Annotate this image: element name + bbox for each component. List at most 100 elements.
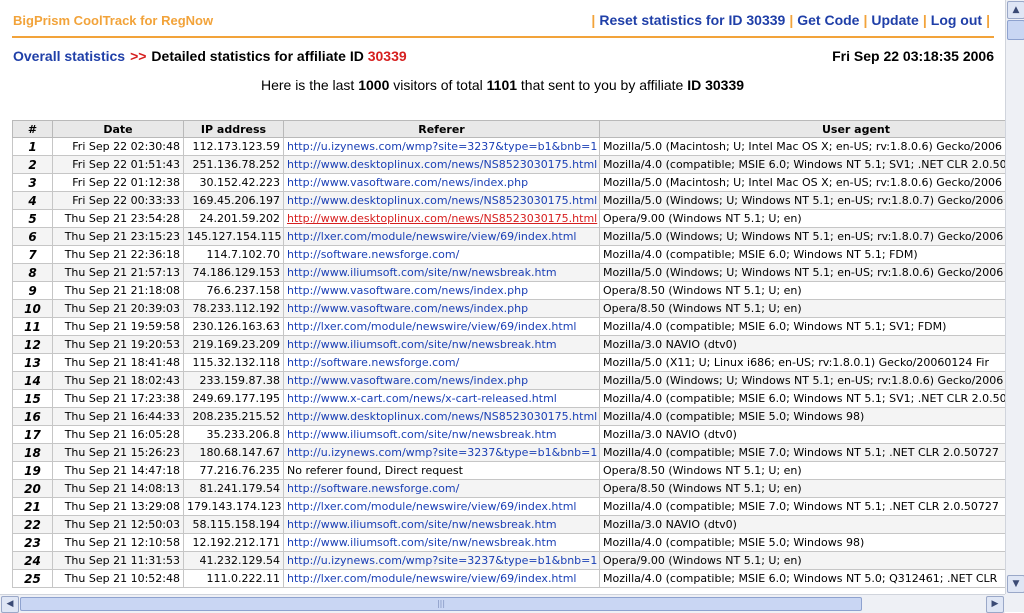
row-number-cell: 2 xyxy=(12,155,53,174)
scroll-left-icon[interactable]: ◀ xyxy=(1,596,19,613)
get-code-link[interactable]: Get Code xyxy=(797,12,859,28)
summary-part: that sent to you by affiliate xyxy=(520,77,684,93)
referer-link[interactable]: http://lxer.com/module/newswire/view/69/… xyxy=(287,500,577,513)
row-number-cell: 14 xyxy=(12,371,53,390)
referer-link[interactable]: http://www.iliumsoft.com/site/nw/newsbre… xyxy=(287,518,557,531)
update-link[interactable]: Update xyxy=(871,12,918,28)
column-header-ip: IP address xyxy=(183,120,284,138)
referer-link[interactable]: http://www.iliumsoft.com/site/nw/newsbre… xyxy=(287,536,557,549)
referer-link[interactable]: http://www.desktoplinux.com/news/NS85230… xyxy=(287,212,597,225)
referer-link[interactable]: http://www.iliumsoft.com/site/nw/newsbre… xyxy=(287,428,557,441)
row-ip-cell: 41.232.129.54 xyxy=(183,551,284,570)
table-row: 9 Thu Sep 21 21:18:08 76.6.237.158 http://w… xyxy=(12,281,1005,300)
referer-link[interactable]: http://www.vasoftware.com/news/index.php xyxy=(287,176,528,189)
row-user-agent-cell: Mozilla/4.0 (compatible; MSIE 6.0; Windo… xyxy=(599,245,1005,264)
referer-link[interactable]: http://lxer.com/module/newswire/view/69/… xyxy=(287,230,577,243)
referer-link[interactable]: http://u.izynews.com/wmp?site=3237&type=… xyxy=(287,140,597,153)
row-user-agent-cell: Mozilla/4.0 (compatible; MSIE 5.0; Windo… xyxy=(599,533,1005,552)
referer-link[interactable]: http://www.iliumsoft.com/site/nw/newsbre… xyxy=(287,338,557,351)
row-ip-cell: 12.192.212.171 xyxy=(183,533,284,552)
referer-link[interactable]: http://u.izynews.com/wmp?site=3237&type=… xyxy=(287,446,597,459)
scroll-up-icon[interactable]: ▲ xyxy=(1007,1,1024,19)
row-date-cell: Thu Sep 21 23:54:28 xyxy=(52,209,184,228)
referer-link[interactable]: http://www.desktoplinux.com/news/NS85230… xyxy=(287,194,597,207)
row-number-cell: 1 xyxy=(12,137,53,156)
row-ip-cell: 180.68.147.67 xyxy=(183,443,284,462)
row-date-cell: Thu Sep 21 14:47:18 xyxy=(52,461,184,480)
referer-link[interactable]: http://www.desktoplinux.com/news/NS85230… xyxy=(287,158,597,171)
referer-link[interactable]: http://www.desktoplinux.com/news/NS85230… xyxy=(287,410,597,423)
referer-link[interactable]: http://www.vasoftware.com/news/index.php xyxy=(287,302,528,315)
row-ip-cell: 112.173.123.59 xyxy=(183,137,284,156)
referer-link[interactable]: http://www.vasoftware.com/news/index.php xyxy=(287,374,528,387)
row-date-cell: Thu Sep 21 16:05:28 xyxy=(52,425,184,444)
table-row: 2 Fri Sep 22 01:51:43 251.136.78.252 http:/… xyxy=(12,155,1005,174)
referer-link[interactable]: http://www.x-cart.com/news/x-cart-releas… xyxy=(287,392,557,405)
row-date-cell: Thu Sep 21 21:18:08 xyxy=(52,281,184,300)
referer-link[interactable]: http://www.vasoftware.com/news/index.php xyxy=(287,284,528,297)
row-date-cell: Thu Sep 21 12:50:03 xyxy=(52,515,184,534)
row-ip-cell: 115.32.132.118 xyxy=(183,353,284,372)
scroll-right-icon[interactable]: ▶ xyxy=(986,596,1004,613)
table-row: 3 Fri Sep 22 01:12:38 30.152.42.223 http://… xyxy=(12,173,1005,192)
horizontal-scrollbar[interactable]: ◀ ||| ▶ xyxy=(0,594,1005,613)
row-ip-cell: 179.143.174.123 xyxy=(183,497,284,516)
row-number-cell: 5 xyxy=(12,209,53,228)
row-date-cell: Thu Sep 21 22:36:18 xyxy=(52,245,184,264)
row-ip-cell: 30.152.42.223 xyxy=(183,173,284,192)
referer-link[interactable]: http://software.newsforge.com/ xyxy=(287,482,459,495)
horizontal-scroll-thumb[interactable]: ||| xyxy=(20,597,862,611)
row-ip-cell: 77.216.76.235 xyxy=(183,461,284,480)
row-referer-cell: http://www.iliumsoft.com/site/nw/newsbre… xyxy=(283,263,600,282)
summary-text: Here is the last 1000 visitors of total … xyxy=(0,77,1005,93)
row-number-cell: 16 xyxy=(12,407,53,426)
row-user-agent-cell: Mozilla/3.0 NAVIO (dtv0) xyxy=(599,515,1005,534)
row-date-cell: Thu Sep 21 11:31:53 xyxy=(52,551,184,570)
row-referer-cell: http://lxer.com/module/newswire/view/69/… xyxy=(283,569,600,588)
row-number-cell: 17 xyxy=(12,425,53,444)
column-header-referer: Referer xyxy=(283,120,600,138)
row-date-cell: Thu Sep 21 21:57:13 xyxy=(52,263,184,282)
row-user-agent-cell: Opera/9.00 (Windows NT 5.1; U; en) xyxy=(599,551,1005,570)
referer-link[interactable]: http://software.newsforge.com/ xyxy=(287,248,459,261)
nav-separator: | xyxy=(863,12,868,28)
column-header-date: Date xyxy=(52,120,184,138)
row-date-cell: Fri Sep 22 02:30:48 xyxy=(52,137,184,156)
row-number-cell: 19 xyxy=(12,461,53,480)
row-user-agent-cell: Mozilla/5.0 (X11; U; Linux i686; en-US; … xyxy=(599,353,1005,372)
vertical-scrollbar[interactable]: ▲ ▼ xyxy=(1005,0,1024,594)
row-ip-cell: 24.201.59.202 xyxy=(183,209,284,228)
referer-link[interactable]: http://u.izynews.com/wmp?site=3237&type=… xyxy=(287,554,597,567)
row-user-agent-cell: Mozilla/4.0 (compatible; MSIE 7.0; Windo… xyxy=(599,497,1005,516)
overall-statistics-link[interactable]: Overall statistics xyxy=(13,48,125,64)
referer-link[interactable]: http://lxer.com/module/newswire/view/69/… xyxy=(287,320,577,333)
row-user-agent-cell: Opera/8.50 (Windows NT 5.1; U; en) xyxy=(599,479,1005,498)
row-user-agent-cell: Opera/8.50 (Windows NT 5.1; U; en) xyxy=(599,281,1005,300)
row-number-cell: 18 xyxy=(12,443,53,462)
row-referer-cell: http://lxer.com/module/newswire/view/69/… xyxy=(283,317,600,336)
row-number-cell: 12 xyxy=(12,335,53,354)
scroll-down-icon[interactable]: ▼ xyxy=(1007,575,1024,593)
row-number-cell: 4 xyxy=(12,191,53,210)
log-out-link[interactable]: Log out xyxy=(931,12,982,28)
row-ip-cell: 208.235.215.52 xyxy=(183,407,284,426)
table-row: 20 Thu Sep 21 14:08:13 81.241.179.54 http:/… xyxy=(12,479,1005,498)
row-number-cell: 11 xyxy=(12,317,53,336)
row-ip-cell: 74.186.129.153 xyxy=(183,263,284,282)
top-bar: BigPrism CoolTrack for RegNow | Reset sta… xyxy=(12,12,994,38)
row-referer-cell: http://www.vasoftware.com/news/index.php xyxy=(283,173,600,192)
row-date-cell: Thu Sep 21 15:26:23 xyxy=(52,443,184,462)
row-user-agent-cell: Mozilla/3.0 NAVIO (dtv0) xyxy=(599,425,1005,444)
referer-link[interactable]: http://lxer.com/module/newswire/view/69/… xyxy=(287,572,577,585)
vertical-scroll-thumb[interactable] xyxy=(1007,20,1024,40)
row-ip-cell: 219.169.23.209 xyxy=(183,335,284,354)
row-ip-cell: 81.241.179.54 xyxy=(183,479,284,498)
referer-link[interactable]: http://software.newsforge.com/ xyxy=(287,356,459,369)
row-user-agent-cell: Mozilla/5.0 (Windows; U; Windows NT 5.1;… xyxy=(599,371,1005,390)
visitors-table-container: # Date IP address Referer User agent 1 Fr… xyxy=(12,120,1005,590)
reset-statistics-link[interactable]: Reset statistics for ID 30339 xyxy=(599,12,785,28)
row-referer-cell: http://www.iliumsoft.com/site/nw/newsbre… xyxy=(283,425,600,444)
row-referer-cell: http://lxer.com/module/newswire/view/69/… xyxy=(283,497,600,516)
top-nav: | Reset statistics for ID 30339 | Get Code |… xyxy=(587,12,994,28)
referer-link[interactable]: http://www.iliumsoft.com/site/nw/newsbre… xyxy=(287,266,557,279)
